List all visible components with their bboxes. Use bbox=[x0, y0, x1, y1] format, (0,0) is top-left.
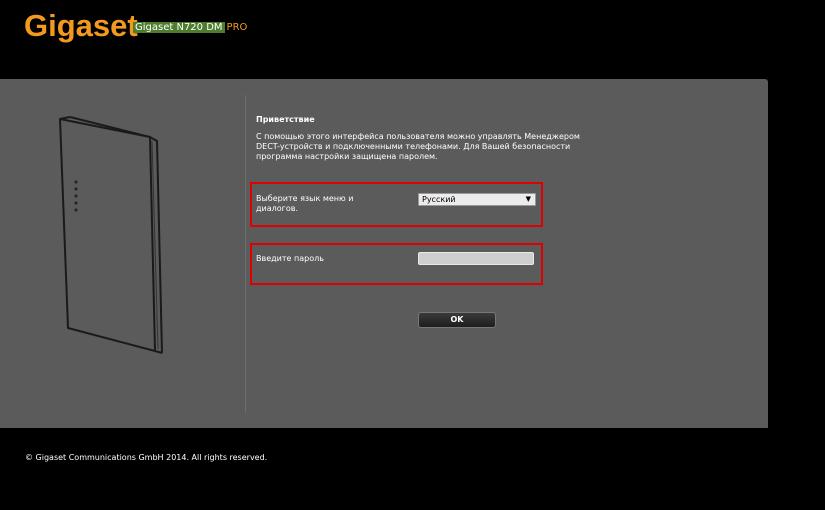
language-selected-value: Русский bbox=[422, 195, 456, 204]
dropdown-arrow-icon: ▼ bbox=[525, 195, 531, 203]
language-label: Выберите язык меню и диалогов. bbox=[256, 194, 354, 213]
password-label: Введите пароль bbox=[256, 254, 324, 263]
copyright-footer: © Gigaset Communications GmbH 2014. All … bbox=[25, 453, 268, 462]
led-4 bbox=[74, 201, 78, 205]
led-2 bbox=[74, 187, 78, 191]
model-name: Gigaset N720 DM bbox=[133, 22, 225, 33]
login-panel: Приветствие С помощью этого интерфейса п… bbox=[0, 79, 768, 428]
led-3 bbox=[74, 194, 78, 198]
model-suffix: PRO bbox=[226, 22, 248, 33]
base-station-image bbox=[59, 116, 163, 354]
led-1 bbox=[74, 180, 78, 184]
password-input[interactable] bbox=[418, 252, 534, 265]
led-5 bbox=[74, 208, 78, 212]
welcome-text: С помощью этого интерфейса пользователя … bbox=[256, 132, 580, 161]
ok-button[interactable]: OK bbox=[418, 312, 496, 328]
panel-divider bbox=[245, 95, 246, 413]
welcome-title: Приветствие bbox=[256, 115, 315, 124]
model-label: Gigaset N720 DM PRO bbox=[133, 22, 247, 34]
gigaset-logo: Gigaset bbox=[24, 8, 138, 43]
language-select[interactable]: Русский ▼ bbox=[418, 193, 536, 206]
